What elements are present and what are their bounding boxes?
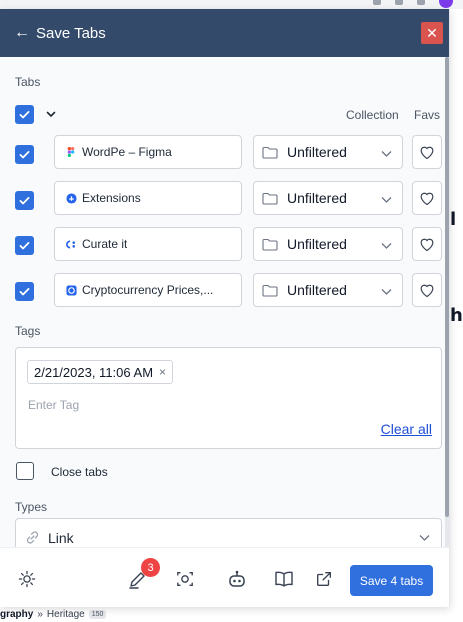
tab-title-field[interactable]: Extensions [54, 181, 242, 215]
tab-title: Cryptocurrency Prices,... [82, 283, 214, 297]
remove-tag-icon[interactable]: × [159, 365, 166, 379]
toolbar-icon[interactable] [417, 0, 425, 5]
browser-top-strip [0, 0, 463, 9]
close-button[interactable]: ✕ [421, 22, 443, 44]
collection-value: Unfiltered [287, 282, 347, 298]
chevron-down-icon [381, 197, 392, 203]
bg-glyph: h [450, 305, 463, 326]
close-tabs-checkbox[interactable] [16, 462, 34, 480]
select-all-checkbox[interactable] [15, 105, 34, 124]
popup-title: Save Tabs [36, 24, 106, 42]
favorite-button[interactable] [412, 227, 442, 261]
heart-icon [420, 146, 434, 160]
book-icon[interactable] [274, 569, 294, 589]
figma-icon [65, 146, 77, 158]
collection-select[interactable]: Unfiltered [253, 181, 403, 215]
notification-badge: 3 [141, 558, 160, 577]
toolbar-icons [373, 0, 463, 8]
favorite-button[interactable] [412, 273, 442, 307]
clear-all-link[interactable]: Clear all [381, 421, 432, 437]
tab-title: Extensions [82, 191, 141, 205]
heart-icon [420, 284, 434, 298]
tab-checkbox[interactable] [15, 191, 34, 210]
folder-icon [262, 284, 278, 297]
collection-select[interactable]: Unfiltered [253, 273, 403, 307]
chevron-down-icon [419, 535, 430, 541]
background-breadcrumb: graphy » Heritage 150 [0, 606, 463, 622]
tab-title-field[interactable]: WordPe – Figma [54, 135, 242, 169]
curateit-icon [65, 238, 77, 250]
types-section-label: Types [15, 500, 48, 514]
check-icon [19, 151, 30, 159]
folder-icon [262, 238, 278, 251]
collection-column-header: Collection [346, 108, 399, 122]
heart-icon [420, 192, 434, 206]
footer-toolbar: 3 Save 4 tabs [0, 547, 449, 607]
check-icon [19, 242, 30, 250]
profile-avatar-icon[interactable] [439, 0, 453, 8]
save-tabs-button[interactable]: Save 4 tabs [350, 565, 433, 596]
favorite-button[interactable] [412, 181, 442, 215]
check-icon [19, 111, 30, 119]
tab-checkbox[interactable] [15, 236, 34, 255]
tab-checkbox[interactable] [15, 282, 34, 301]
breadcrumb-part[interactable]: graphy [0, 609, 33, 620]
folder-icon [262, 192, 278, 205]
tab-title-field[interactable]: Curate it [54, 227, 242, 261]
chevron-down-icon [381, 151, 392, 157]
heart-icon [420, 238, 434, 252]
tags-section-label: Tags [15, 324, 41, 338]
collection-value: Unfiltered [287, 236, 347, 252]
back-arrow-icon: ← [14, 24, 30, 41]
breadcrumb-count-badge: 150 [88, 609, 107, 619]
crypto-icon [65, 284, 77, 296]
sun-icon[interactable] [17, 569, 37, 589]
tab-title: Curate it [82, 237, 128, 251]
toolbar-icon[interactable] [373, 0, 381, 5]
folder-icon [262, 146, 278, 159]
camera-scan-icon[interactable] [175, 569, 195, 589]
collection-value: Unfiltered [287, 144, 347, 160]
save-tabs-popup: ← Save Tabs ✕ Tabs Collection Favs WordP… [0, 9, 450, 607]
back-button[interactable]: ← Save Tabs [14, 25, 106, 42]
robot-icon[interactable] [227, 569, 247, 589]
background-page-edge: l h [449, 9, 463, 609]
collection-select[interactable]: Unfiltered [253, 135, 403, 169]
tab-checkbox[interactable] [15, 145, 34, 164]
types-value: Link [48, 530, 74, 546]
chevron-down-icon[interactable] [45, 108, 57, 120]
scrollbar[interactable] [445, 57, 449, 547]
chevron-down-icon [381, 289, 392, 295]
scrollbar-thumb[interactable] [445, 57, 449, 517]
collection-value: Unfiltered [287, 190, 347, 206]
collection-select[interactable]: Unfiltered [253, 227, 403, 261]
tab-title-field[interactable]: Cryptocurrency Prices,... [54, 273, 242, 307]
tags-box: 2/21/2023, 11:06 AM × Clear all [15, 347, 442, 449]
bg-glyph: l [450, 209, 457, 230]
extensions-icon [65, 192, 77, 204]
check-icon [19, 197, 30, 205]
breadcrumb-separator: » [37, 608, 43, 620]
favorite-button[interactable] [412, 135, 442, 169]
chevron-down-icon [381, 243, 392, 249]
close-tabs-label: Close tabs [51, 465, 108, 479]
tabs-section-label: Tabs [15, 75, 41, 89]
tag-input[interactable] [28, 396, 328, 414]
favs-column-header: Favs [414, 108, 441, 122]
check-icon [19, 288, 30, 296]
link-icon [26, 531, 39, 544]
tab-title: WordPe – Figma [82, 145, 172, 159]
tag-chip-text: 2/21/2023, 11:06 AM [34, 364, 154, 380]
toolbar-icon[interactable] [395, 0, 403, 5]
tag-chip: 2/21/2023, 11:06 AM × [27, 360, 174, 384]
popup-header: ← Save Tabs ✕ [0, 9, 449, 57]
breadcrumb-part[interactable]: Heritage [47, 609, 85, 620]
external-link-icon[interactable] [314, 569, 334, 589]
